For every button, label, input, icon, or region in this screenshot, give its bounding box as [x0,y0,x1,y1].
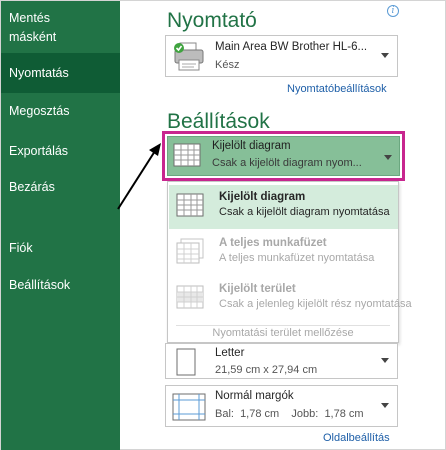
chevron-down-icon [381,358,389,363]
margins-name: Normál margók [215,390,294,402]
ignore-print-area-option[interactable]: Nyomtatási terület mellőzése [168,327,398,339]
sidebar-item-print[interactable]: Nyomtatás [1,53,120,93]
sidebar-item-save-as[interactable]: Mentés másként [1,9,120,47]
backstage-window: Mentés másként Nyomtatás Megosztás Expor… [0,0,446,450]
sidebar-item-account[interactable]: Fiók [1,239,120,258]
menu-item-selected-chart[interactable]: Kijelölt diagram Csak a kijelölt diagram… [169,185,398,229]
menu-item-title: Kijelölt diagram [219,191,306,203]
sidebar-item-share[interactable]: Megosztás [1,102,120,121]
menu-item-selection[interactable]: Kijelölt terület Csak a jelenleg kijelöl… [169,277,412,321]
printer-section-title: Nyomtató [167,9,257,32]
page-icon [176,348,196,376]
info-icon[interactable]: i [387,5,399,17]
chevron-down-icon [381,53,389,58]
margins-icon [172,393,206,421]
sidebar-item-label: Megosztás [9,104,70,118]
chart-sheet-icon [176,193,204,217]
paper-size-name: Letter [215,347,245,359]
menu-item-title: Kijelölt terület [219,283,296,295]
sidebar-item-close[interactable]: Bezárás [1,178,120,197]
workbook-icon [176,238,204,264]
print-what-selected-desc: Csak a kijelölt diagram nyom... [212,157,362,169]
print-what-selected-label: Kijelölt diagram [212,140,291,152]
chevron-down-icon [381,403,389,408]
printer-icon [174,42,204,71]
sidebar-item-options[interactable]: Beállítások [1,276,120,295]
menu-separator [176,325,390,326]
menu-item-entire-workbook[interactable]: A teljes munkafüzet A teljes munkafüzet … [169,231,398,275]
print-what-dropdown-face[interactable]: Kijelölt diagram Csak a kijelölt diagram… [167,136,400,176]
menu-item-desc: A teljes munkafüzet nyomtatása [219,252,375,264]
sidebar-item-export[interactable]: Exportálás [1,142,120,161]
printer-properties-link[interactable]: Nyomtatóbeállítások [287,83,387,95]
margins-values: Bal: 1,78 cm Jobb: 1,78 cm [215,408,364,420]
menu-item-desc: Csak a kijelölt diagram nyomtatása [219,206,390,218]
sidebar-item-label: másként [9,30,57,44]
print-what-menu: Kijelölt diagram Csak a kijelölt diagram… [167,181,412,343]
printer-dropdown[interactable]: Main Area BW Brother HL-6... Kész [165,35,398,77]
backstage-sidebar: Mentés másként Nyomtatás Megosztás Expor… [1,1,120,450]
margins-dropdown[interactable]: Normál margók Bal: 1,78 cm Jobb: 1,78 cm [165,385,398,427]
menu-item-title: A teljes munkafüzet [219,237,327,249]
sidebar-item-label: Mentés [9,11,50,25]
menu-item-desc: Csak a jelenleg kijelölt rész nyomtatása [219,298,412,310]
print-what-dropdown[interactable]: Kijelölt diagram Csak a kijelölt diagram… [162,131,405,181]
chevron-down-icon [384,155,392,160]
sidebar-item-label: Beállítások [9,278,71,292]
paper-size-dropdown[interactable]: Letter 21,59 cm x 27,94 cm [165,343,398,379]
chart-sheet-icon [173,143,201,167]
paper-size-dimensions: 21,59 cm x 27,94 cm [215,364,318,376]
selection-icon [176,285,204,309]
printer-name: Main Area BW Brother HL-6... [215,41,368,53]
sidebar-item-label: Exportálás [9,144,69,158]
sidebar-item-label: Fiók [9,241,33,255]
sidebar-item-label: Nyomtatás [9,66,69,80]
page-setup-link[interactable]: Oldalbeállítás [323,432,390,444]
sidebar-item-label: Bezárás [9,180,55,194]
printer-status: Kész [215,59,240,71]
